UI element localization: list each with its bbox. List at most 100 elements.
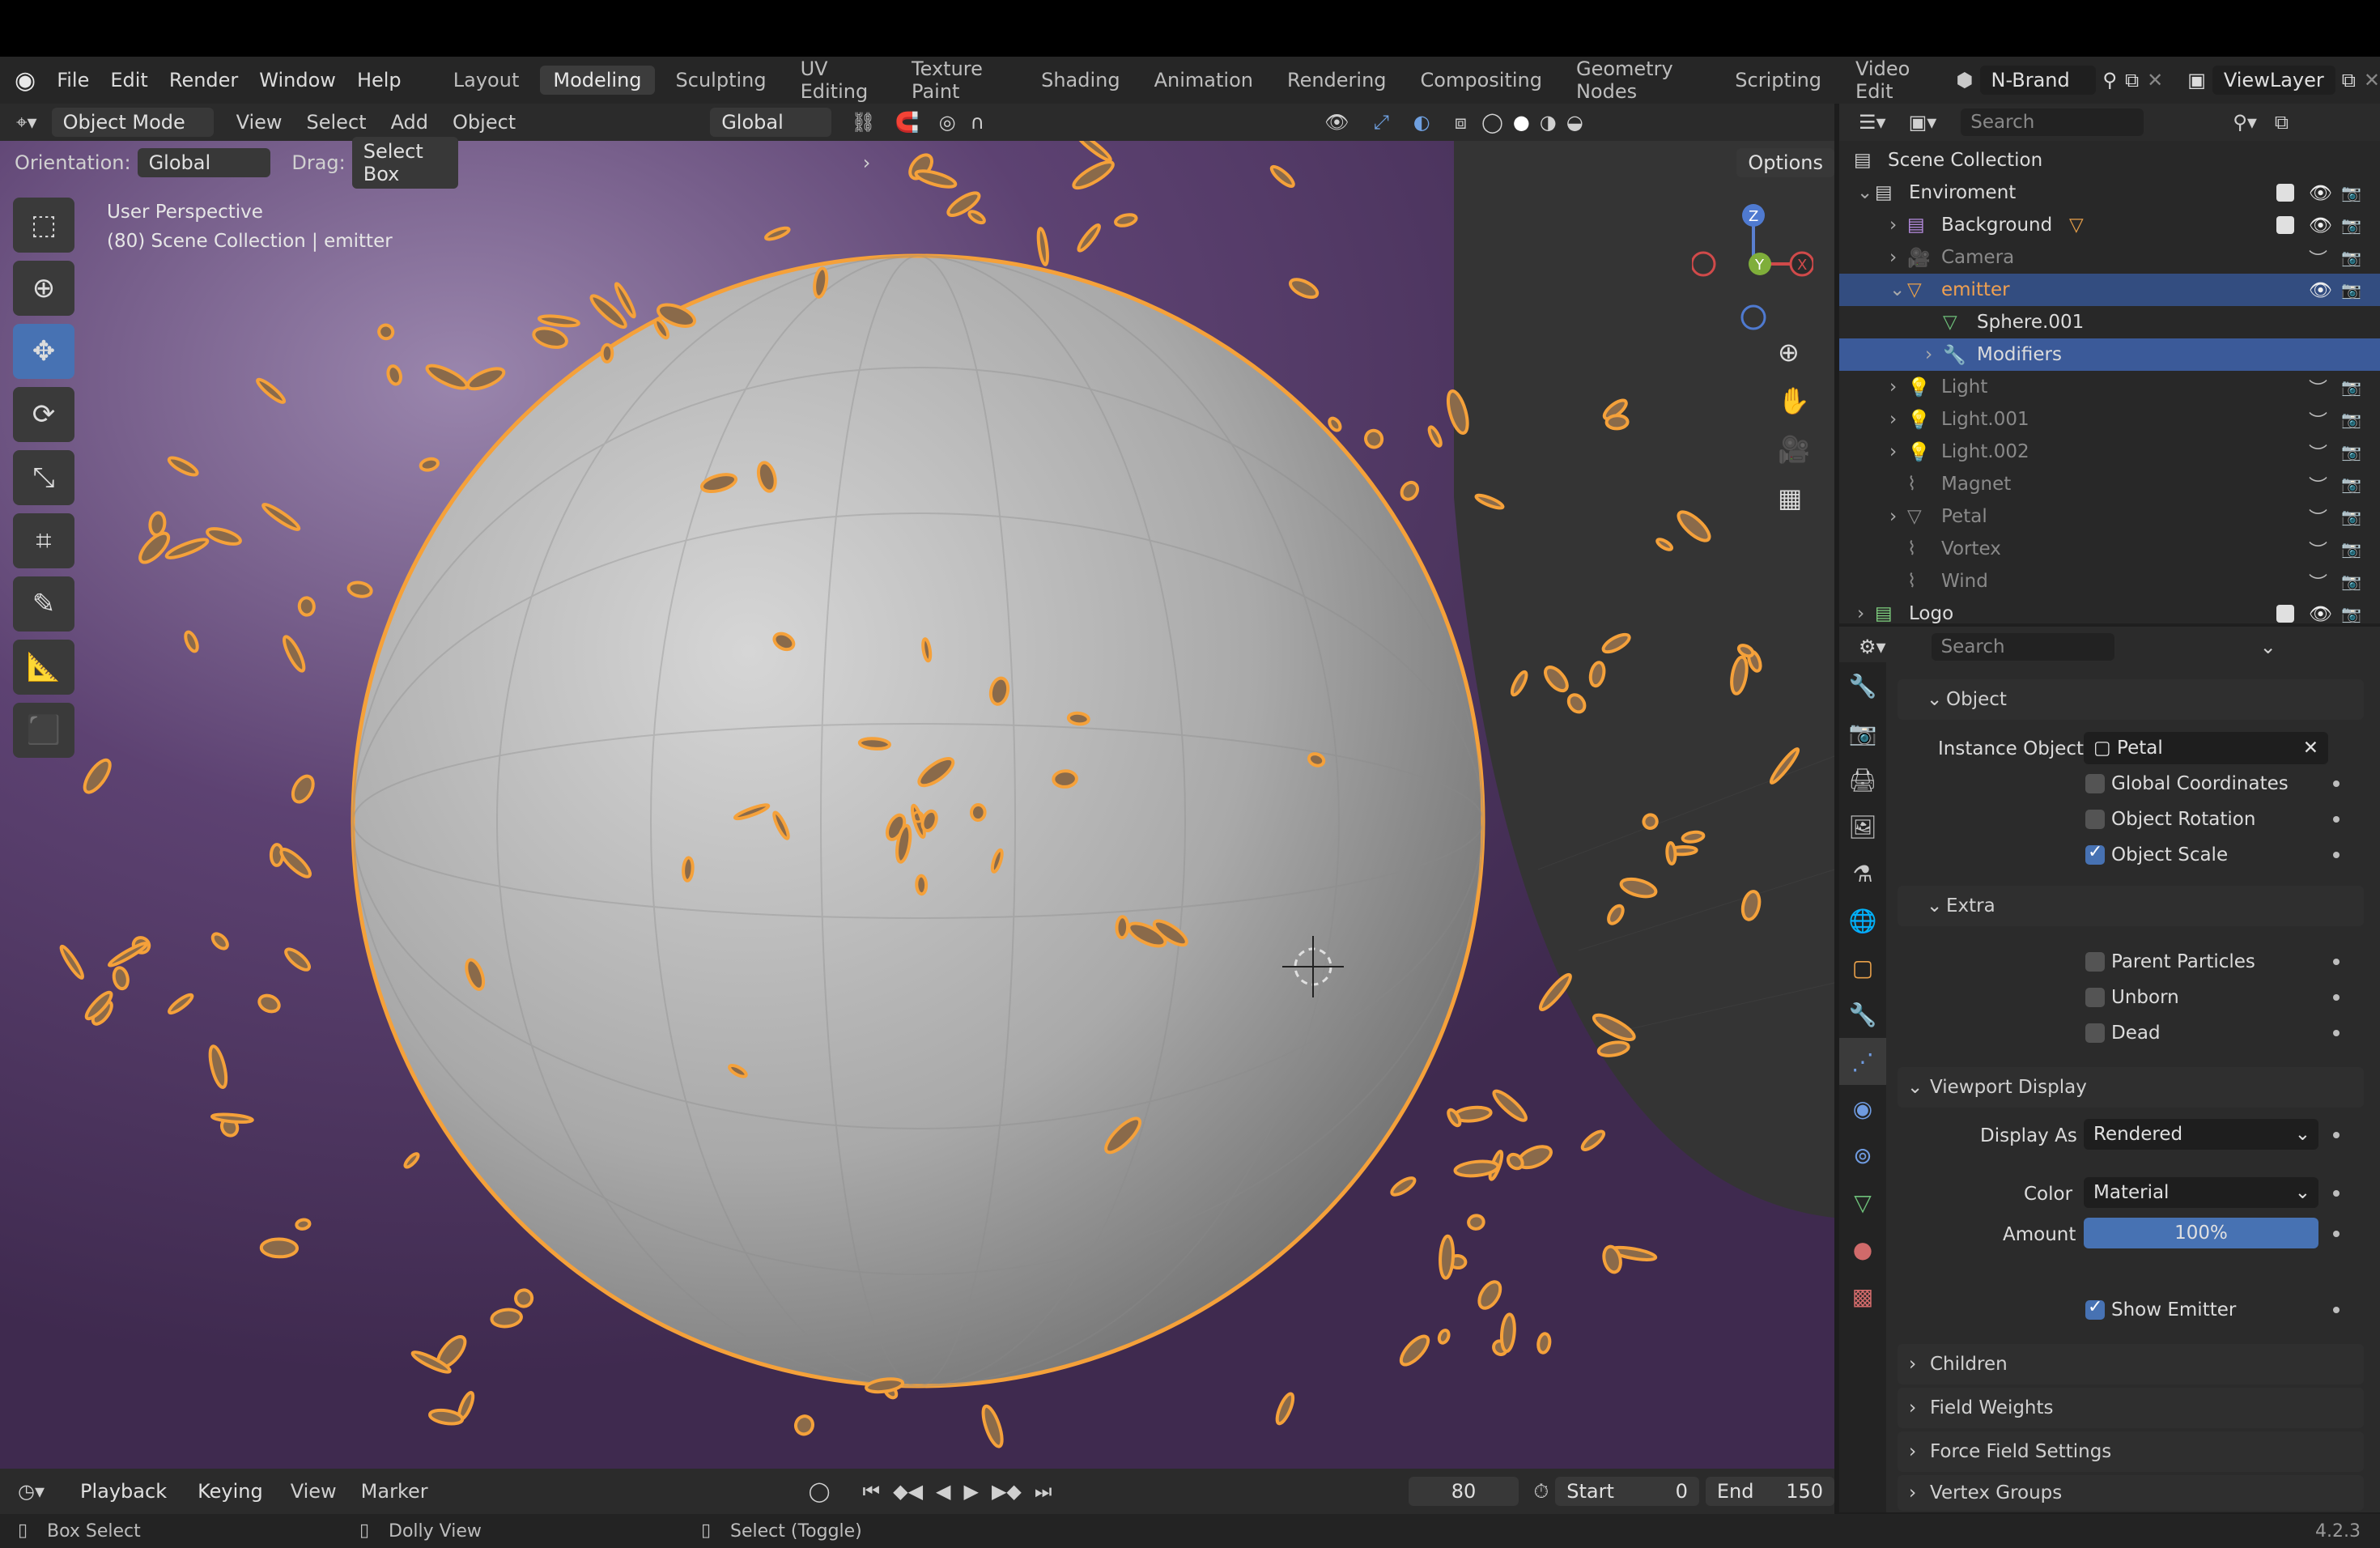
cursor-tool-icon[interactable]: ⊕ (13, 261, 74, 316)
force-field-settings-section-header[interactable]: › Force Field Settings (1898, 1431, 2364, 1472)
jump-end-icon[interactable]: ⏭ (1035, 1480, 1052, 1503)
chevron-down-icon[interactable]: ⌄ (2260, 636, 2276, 658)
select-box-tool-icon[interactable]: ⬚ (13, 198, 74, 253)
jump-start-icon[interactable]: ⏮ (863, 1480, 881, 1503)
move-tool-icon[interactable]: ✥ (13, 324, 74, 379)
dead-checkbox[interactable] (2085, 1023, 2105, 1043)
render-toggle-icon[interactable]: 📷 (2341, 507, 2361, 526)
outliner-item-camera[interactable]: › 🎥 Camera ︶ 📷 (1839, 241, 2380, 274)
extra-section-header[interactable]: ⌄ Extra (1898, 886, 2364, 926)
tab-compositing[interactable]: Compositing (1408, 66, 1555, 95)
keyframe-dot[interactable] (2333, 1132, 2340, 1138)
texture-tab-icon[interactable]: ▩ (1839, 1273, 1886, 1320)
outliner-item-light[interactable]: › 💡 Light ︶ 📷 (1839, 371, 2380, 403)
outliner-item-enviroment[interactable]: ⌄ ▤ Enviroment 👁 📷 (1839, 176, 2380, 209)
eye-icon[interactable]: 👁 (2309, 603, 2332, 624)
falloff-icon[interactable]: ∩ (971, 111, 985, 134)
keying-dropdown[interactable]: Keying (186, 1477, 274, 1506)
outliner-item-modifiers[interactable]: › 🔧 Modifiers (1839, 338, 2380, 371)
menu-edit[interactable]: Edit (110, 69, 147, 91)
remove-view-layer-icon[interactable]: ✕ (2364, 69, 2380, 91)
stopwatch-icon[interactable]: ⏱ (1533, 1480, 1549, 1503)
render-toggle-icon[interactable]: 📷 (2341, 248, 2361, 267)
outliner-item-magnet[interactable]: ⌇ Magnet ︶ 📷 (1839, 468, 2380, 500)
render-toggle-icon[interactable]: 📷 (2341, 410, 2361, 429)
transform-orientation-dropdown[interactable]: Global (710, 108, 832, 137)
tab-sculpting[interactable]: Sculpting (663, 66, 780, 95)
new-view-layer-icon[interactable]: ⧉ (2342, 69, 2356, 91)
object-rotation-checkbox[interactable] (2085, 810, 2105, 829)
render-toggle-icon[interactable]: 📷 (2341, 442, 2361, 461)
render-toggle-icon[interactable]: 📷 (2341, 539, 2361, 559)
filter-icon[interactable]: ⚲▾ (2233, 111, 2257, 134)
show-emitter-checkbox[interactable] (2085, 1297, 2105, 1320)
menu-view[interactable]: View (236, 111, 283, 134)
next-keyframe-icon[interactable]: ▶◆ (992, 1480, 1022, 1503)
tab-shading[interactable]: Shading (1028, 66, 1133, 95)
zoom-icon[interactable]: ⊕ (1778, 337, 1818, 385)
outliner-item-light-002[interactable]: › 💡 Light.002 ︶ 📷 (1839, 436, 2380, 468)
eye-icon[interactable]: 👁 (2309, 182, 2332, 204)
menu-view[interactable]: View (291, 1480, 337, 1503)
material-tab-icon[interactable]: ● (1839, 1226, 1886, 1273)
exclude-checkbox[interactable] (2276, 216, 2294, 234)
expand-chevron-icon[interactable]: › (863, 151, 871, 174)
menu-select[interactable]: Select (307, 111, 367, 134)
render-tab-icon[interactable]: 📷 (1839, 709, 1886, 756)
blender-logo-icon[interactable]: ◉ (15, 66, 36, 95)
annotate-tool-icon[interactable]: ✎ (13, 576, 74, 632)
visibility-icon[interactable]: 👁 (1324, 111, 1349, 134)
orientation-dropdown[interactable]: Global (137, 148, 271, 177)
unborn-checkbox[interactable] (2085, 988, 2105, 1007)
chevron-down-icon[interactable]: ⌄ (1857, 182, 1872, 203)
amount-slider[interactable]: 100% (2084, 1218, 2318, 1248)
outliner-item-light-001[interactable]: › 💡 Light.001 ︶ 📷 (1839, 403, 2380, 436)
end-frame-field[interactable]: End 150 (1705, 1477, 1834, 1506)
properties-editor-icon[interactable]: ⚙▾ (1859, 636, 1886, 658)
tab-video-edit[interactable]: Video Edit (1842, 54, 1944, 106)
keyframe-dot[interactable] (2333, 1231, 2340, 1237)
material-shading-icon[interactable]: ◑ (1540, 111, 1557, 134)
wireframe-shading-icon[interactable]: ◯ (1481, 111, 1503, 134)
tab-layout[interactable]: Layout (440, 66, 533, 95)
keyframe-dot[interactable] (2333, 780, 2340, 787)
editor-type-icon[interactable]: ⌖▾ (16, 111, 37, 134)
keyframe-dot[interactable] (2333, 1307, 2340, 1313)
eye-closed-icon[interactable]: ︶ (2309, 373, 2327, 401)
object-mode-dropdown[interactable]: Object Mode (51, 108, 214, 137)
neg-x-axis-icon[interactable] (1690, 251, 1716, 277)
instance-object-field[interactable]: ▢ Petal ✕ (2084, 732, 2328, 764)
chevron-right-icon[interactable]: › (1925, 344, 1932, 365)
menu-add[interactable]: Add (391, 111, 428, 134)
xray-icon[interactable]: ⧈ (1455, 111, 1467, 134)
eye-icon[interactable]: 👁 (2309, 215, 2332, 236)
display-as-dropdown[interactable]: Rendered ⌄ (2084, 1119, 2318, 1150)
object-scale-checkbox[interactable] (2085, 842, 2105, 865)
eye-closed-icon[interactable]: ︶ (2309, 438, 2327, 466)
render-toggle-icon[interactable]: 📷 (2341, 280, 2361, 300)
drag-dropdown[interactable]: Select Box (351, 137, 458, 189)
chevron-right-icon[interactable]: › (1889, 409, 1897, 430)
keyframe-dot[interactable] (2333, 994, 2340, 1001)
chevron-right-icon[interactable]: › (1889, 215, 1897, 236)
render-toggle-icon[interactable]: 📷 (2341, 377, 2361, 397)
outliner-item-vortex[interactable]: ⌇ Vortex ︶ 📷 (1839, 533, 2380, 565)
eye-closed-icon[interactable]: ︶ (2309, 470, 2327, 498)
keyframe-dot[interactable] (2333, 1030, 2340, 1036)
prev-keyframe-icon[interactable]: ◆◀ (893, 1480, 923, 1503)
render-toggle-icon[interactable]: 📷 (2341, 215, 2361, 235)
measure-tool-icon[interactable]: 📐 (13, 640, 74, 695)
start-frame-field[interactable]: Start 0 (1555, 1477, 1699, 1506)
snap-icon[interactable]: 🧲 (895, 111, 920, 134)
menu-render[interactable]: Render (169, 69, 238, 91)
solid-shading-icon[interactable]: ● (1513, 111, 1530, 134)
rendered-shading-icon[interactable]: ◒ (1566, 111, 1583, 134)
scene-selector[interactable]: N-Brand (1979, 66, 2097, 95)
tab-uv-editing[interactable]: UV Editing (788, 54, 890, 106)
keyframe-dot[interactable] (2333, 959, 2340, 965)
outliner-item-petal[interactable]: › ▽ Petal ︶ 📷 (1839, 500, 2380, 533)
scale-tool-icon[interactable]: ⤡ (13, 450, 74, 505)
eye-closed-icon[interactable]: ︶ (2309, 244, 2327, 271)
view-layer-selector[interactable]: ViewLayer (2212, 66, 2335, 95)
tab-scripting[interactable]: Scripting (1722, 66, 1834, 95)
